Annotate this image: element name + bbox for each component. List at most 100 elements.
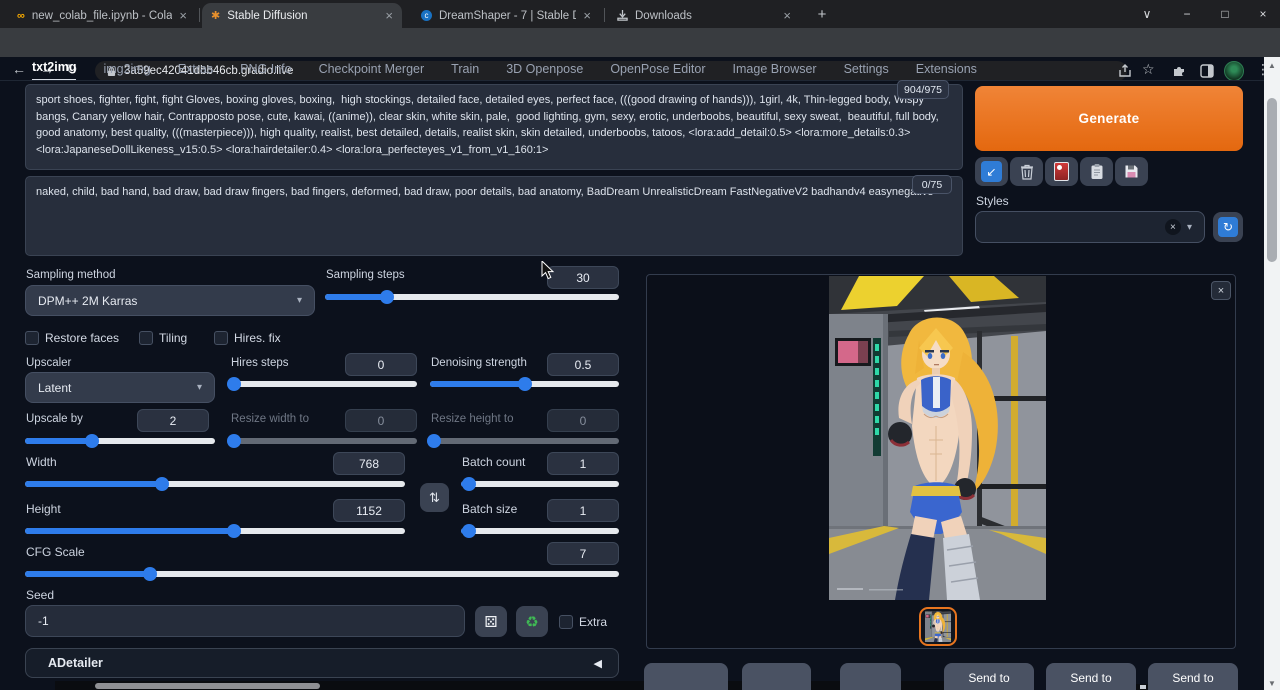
paste-arrow-icon: ↙ [981,161,1002,182]
extra-seed-checkbox[interactable] [559,615,573,629]
browser-tab-dreamshaper[interactable]: c DreamShaper - 7 | Stable Diffusi × [412,3,600,28]
send-to-img2img-button[interactable]: Send to [944,663,1034,690]
hires-steps-slider[interactable] [230,377,417,391]
tab-extensions[interactable]: Extensions [916,62,977,81]
cfg-scale-input[interactable]: 7 [547,542,619,565]
tab-img2img[interactable]: img2img [103,62,150,81]
sampling-steps-label: Sampling steps [326,269,405,281]
new-tab-button[interactable]: + [808,0,836,28]
open-folder-button[interactable] [840,663,901,690]
tab-image-browser[interactable]: Image Browser [733,62,817,81]
side-panel-icon[interactable] [1200,64,1214,78]
sampling-method-dropdown[interactable]: DPM++ 2M Karras ▾ [25,285,315,316]
height-label: Height [26,502,61,516]
close-tab-icon[interactable]: × [385,9,393,22]
close-tab-icon[interactable]: × [179,9,187,22]
send-to-extras-button[interactable]: Send to [1148,663,1238,690]
resize-width-label: Resize width to [231,413,309,425]
bookmark-star-icon[interactable]: ☆ [1142,61,1155,78]
restore-faces-label: Restore faces [45,331,119,345]
clear-styles-icon[interactable]: × [1165,219,1181,235]
resize-width-input: 0 [345,409,417,432]
share-icon[interactable] [1118,64,1132,78]
tiling-label: Tiling [159,331,187,345]
prompt-input[interactable]: sport shoes, fighter, fight, fight Glove… [25,84,963,170]
browser-tab-colab[interactable]: ∞ new_colab_file.ipynb - Colaborat × [8,3,196,28]
browser-tab-stable-diffusion[interactable]: ✱ Stable Diffusion × [202,3,402,28]
denoising-strength-input[interactable]: 0.5 [547,353,619,376]
refresh-styles-button[interactable]: ↻ [1213,212,1243,242]
gallery-thumbnail-selected[interactable] [919,607,957,646]
styles-dropdown[interactable]: × ▾ [975,211,1205,243]
adetailer-accordion[interactable]: ADetailer ◀ [25,648,619,678]
close-tab-icon[interactable]: × [583,9,591,22]
profile-avatar[interactable] [1224,61,1244,81]
extra-networks-button[interactable] [1045,157,1078,186]
minimize-button[interactable]: − [1170,0,1204,28]
paste-params-button[interactable]: ↙ [975,157,1008,186]
send-to-inpaint-button[interactable]: Send to [1046,663,1136,690]
swap-arrows-icon: ⇅ [429,490,440,506]
tiling-checkbox[interactable] [139,331,153,345]
close-tab-icon[interactable]: × [783,9,791,22]
tab-3d-openpose[interactable]: 3D Openpose [506,62,583,81]
upscale-by-label: Upscale by [26,413,83,425]
browser-tab-title: new_colab_file.ipynb - Colaborat [32,10,173,22]
hires-fix-checkbox[interactable] [214,331,228,345]
thumbnail-image [925,611,951,642]
tab-search-chevron-icon[interactable]: ∨ [1130,0,1164,28]
save-style-button[interactable] [1115,157,1148,186]
sampling-method-value: DPM++ 2M Karras [38,294,137,308]
width-slider[interactable] [25,477,405,491]
tab-checkpoint-merger[interactable]: Checkpoint Merger [319,62,425,81]
bottom-cropped-scrubber [95,683,320,689]
mouse-cursor [541,261,555,281]
width-input[interactable]: 768 [333,452,405,475]
scrollbar-up-arrow[interactable]: ▲ [1264,58,1280,72]
browser-tab-downloads[interactable]: Downloads × [608,3,800,28]
zip-button[interactable] [742,663,811,690]
batch-size-input[interactable]: 1 [547,499,619,522]
restore-faces-checkbox[interactable] [25,331,39,345]
denoising-strength-slider[interactable] [430,377,619,391]
clear-prompt-button[interactable] [1010,157,1043,186]
height-input[interactable]: 1152 [333,499,405,522]
tab-txt2img[interactable]: txt2img [32,60,76,81]
seed-input[interactable]: -1 [25,605,465,637]
close-window-button[interactable]: × [1246,0,1280,28]
hires-steps-input[interactable]: 0 [345,353,417,376]
tab-openpose-editor[interactable]: OpenPose Editor [610,62,705,81]
sampling-steps-slider[interactable] [325,290,619,304]
upscaler-value: Latent [38,381,71,395]
apply-styles-button[interactable] [1080,157,1113,186]
tab-train[interactable]: Train [451,62,479,81]
batch-size-slider[interactable] [461,524,619,538]
denoising-strength-label: Denoising strength [431,357,527,369]
generated-image[interactable] [829,276,1046,600]
upscaler-dropdown[interactable]: Latent ▾ [25,372,215,403]
close-image-button[interactable]: × [1211,281,1231,300]
batch-count-slider[interactable] [461,477,619,491]
scrollbar-thumb[interactable] [1267,98,1277,262]
batch-count-input[interactable]: 1 [547,452,619,475]
generate-button[interactable]: Generate [975,86,1243,151]
swap-width-height-button[interactable]: ⇅ [420,483,449,512]
reuse-seed-button[interactable]: ♻ [516,606,548,637]
save-button[interactable] [644,663,728,690]
extensions-puzzle-icon[interactable] [1172,64,1186,78]
sampling-steps-input[interactable]: 30 [547,266,619,289]
tab-png-info[interactable]: PNG Info [240,62,291,81]
chevron-down-icon: ▾ [1187,222,1192,233]
height-slider[interactable] [25,524,405,538]
upscale-by-input[interactable]: 2 [137,409,209,432]
maximize-button[interactable]: □ [1208,0,1242,28]
stable-diffusion-favicon: ✱ [211,9,220,22]
tab-extras[interactable]: Extras [178,62,213,81]
tab-settings[interactable]: Settings [844,62,889,81]
cfg-scale-slider[interactable] [25,567,619,581]
random-seed-button[interactable]: ⚄ [475,606,507,637]
back-icon[interactable]: ← [12,61,26,77]
upscale-by-slider[interactable] [25,434,215,448]
scrollbar-down-arrow[interactable]: ▼ [1264,676,1280,690]
negative-prompt-input[interactable]: naked, child, bad hand, bad draw, bad dr… [25,176,963,256]
